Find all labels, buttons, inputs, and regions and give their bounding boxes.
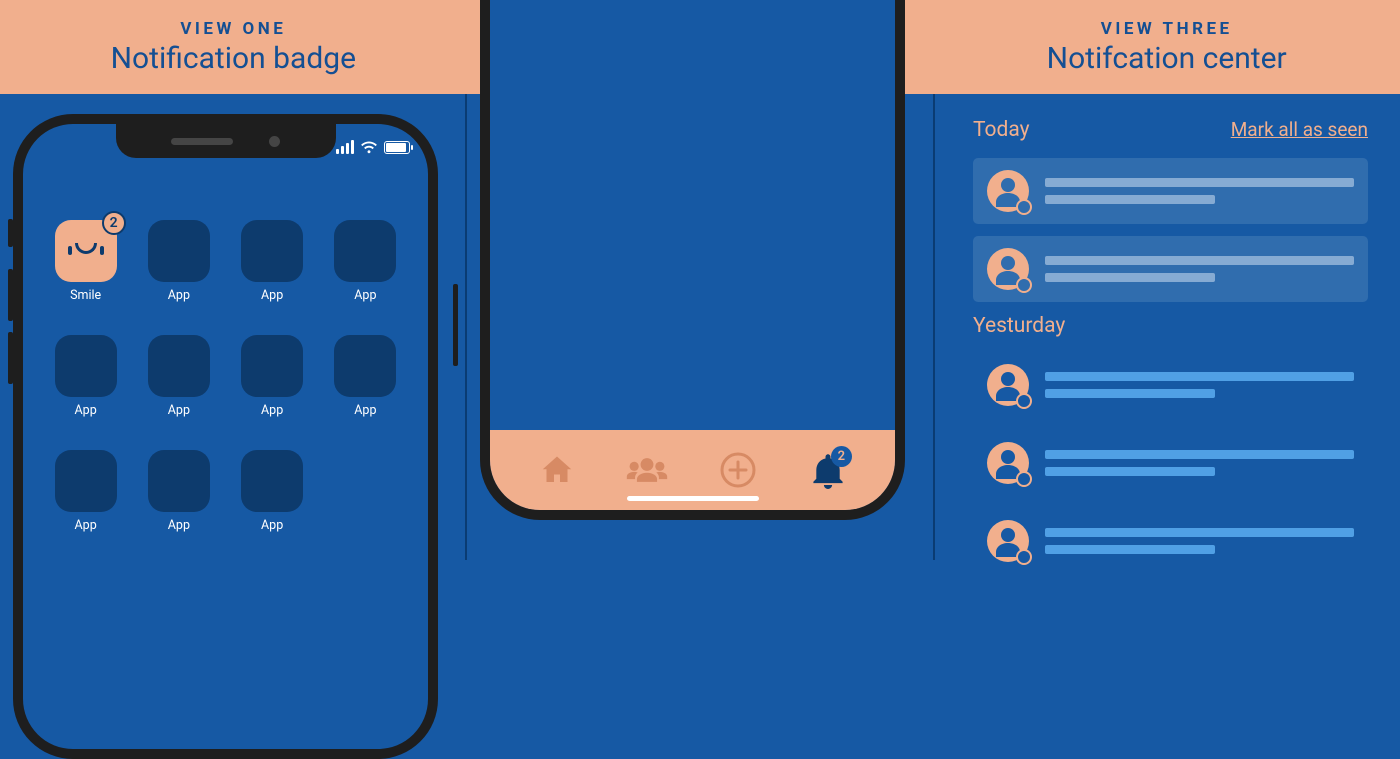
app-icon [148, 450, 210, 512]
app-icon [334, 335, 396, 397]
notification-item[interactable] [973, 508, 1368, 574]
notification-text-placeholder [1045, 528, 1354, 554]
app-generic[interactable]: App [329, 220, 402, 303]
app-icon [148, 220, 210, 282]
avatar-icon [987, 442, 1029, 484]
app-label: App [168, 288, 190, 303]
app-label: App [261, 518, 283, 533]
phone-side-button [453, 284, 458, 366]
notification-text-placeholder [1045, 372, 1354, 398]
home-indicator [627, 496, 759, 501]
tab-group[interactable] [625, 448, 669, 492]
notification-item-unread[interactable] [973, 236, 1368, 302]
avatar-subbadge-icon [1016, 471, 1032, 487]
app-icon [148, 335, 210, 397]
app-generic[interactable]: App [142, 220, 215, 303]
avatar-subbadge-icon [1016, 393, 1032, 409]
panel-2: 2 [467, 94, 933, 560]
app-generic[interactable]: App [236, 450, 309, 533]
avatar-subbadge-icon [1016, 199, 1032, 215]
header-1-small: VIEW ONE [180, 19, 286, 39]
app-label: App [261, 288, 283, 303]
notification-text-placeholder [1045, 450, 1354, 476]
header-col-1: VIEW ONE Notification badge [0, 0, 467, 94]
app-generic[interactable]: App [142, 335, 215, 418]
tab-home[interactable] [535, 448, 579, 492]
avatar-icon [987, 364, 1029, 406]
app-label: App [354, 403, 376, 418]
phone-screen: 2 Smile App App App App App App App App … [23, 124, 428, 749]
app-generic[interactable]: App [49, 335, 122, 418]
notification-badge: 2 [102, 211, 126, 235]
app-icon [241, 220, 303, 282]
app-label: App [261, 403, 283, 418]
app-icon [55, 335, 117, 397]
home-icon [539, 452, 575, 488]
section-heading-today: Today [973, 118, 1030, 142]
status-bar [336, 140, 410, 154]
app-label: App [168, 403, 190, 418]
app-icon [241, 450, 303, 512]
phone-notch [116, 124, 336, 158]
avatar-icon [987, 520, 1029, 562]
notification-item[interactable] [973, 430, 1368, 496]
notification-item-unread[interactable] [973, 158, 1368, 224]
header-3-small: VIEW THREE [1101, 19, 1233, 39]
app-generic[interactable]: App [49, 450, 122, 533]
app-label: App [75, 518, 97, 533]
phone-screen: 2 [490, 0, 895, 510]
tab-notifications[interactable]: 2 [806, 448, 850, 492]
phone-frame: 2 Smile App App App App App App App App … [13, 114, 438, 759]
app-label: App [168, 518, 190, 533]
app-generic[interactable]: App [142, 450, 215, 533]
battery-icon [384, 141, 410, 154]
app-label: App [75, 403, 97, 418]
tab-add[interactable] [716, 448, 760, 492]
app-generic[interactable]: App [236, 335, 309, 418]
header-1-big: Notification badge [111, 41, 356, 76]
avatar-subbadge-icon [1016, 549, 1032, 565]
avatar-icon [987, 170, 1029, 212]
camera-icon [269, 136, 280, 147]
add-circle-icon [719, 451, 757, 489]
notification-center: Today Mark all as seen Yesturday [935, 94, 1400, 560]
panel-1: 2 Smile App App App App App App App App … [0, 94, 466, 560]
header-col-3: VIEW THREE Notifcation center [933, 0, 1400, 94]
header-3-big: Notifcation center [1047, 41, 1287, 76]
avatar-subbadge-icon [1016, 277, 1032, 293]
app-label: App [354, 288, 376, 303]
speaker-icon [171, 138, 233, 145]
app-icon [55, 450, 117, 512]
section-heading-yesterday: Yesturday [973, 314, 1368, 338]
wifi-icon [360, 140, 378, 154]
notification-text-placeholder [1045, 178, 1354, 204]
notification-text-placeholder [1045, 256, 1354, 282]
tab-bar: 2 [490, 430, 895, 510]
notification-item[interactable] [973, 352, 1368, 418]
notification-badge: 2 [831, 446, 852, 467]
app-generic[interactable]: App [236, 220, 309, 303]
app-generic[interactable]: App [329, 335, 402, 418]
phone-frame: 2 [480, 0, 905, 520]
group-icon [625, 454, 669, 486]
app-icon [241, 335, 303, 397]
mark-all-as-seen-link[interactable]: Mark all as seen [1231, 118, 1368, 141]
app-grid: 2 Smile App App App App App App App App … [49, 220, 402, 533]
panel-3: Today Mark all as seen Yesturday [935, 94, 1400, 560]
smile-icon: 2 [55, 220, 117, 282]
app-icon [334, 220, 396, 282]
app-smile[interactable]: 2 Smile [49, 220, 122, 303]
app-label: Smile [70, 288, 101, 303]
avatar-icon [987, 248, 1029, 290]
signal-icon [336, 140, 354, 154]
